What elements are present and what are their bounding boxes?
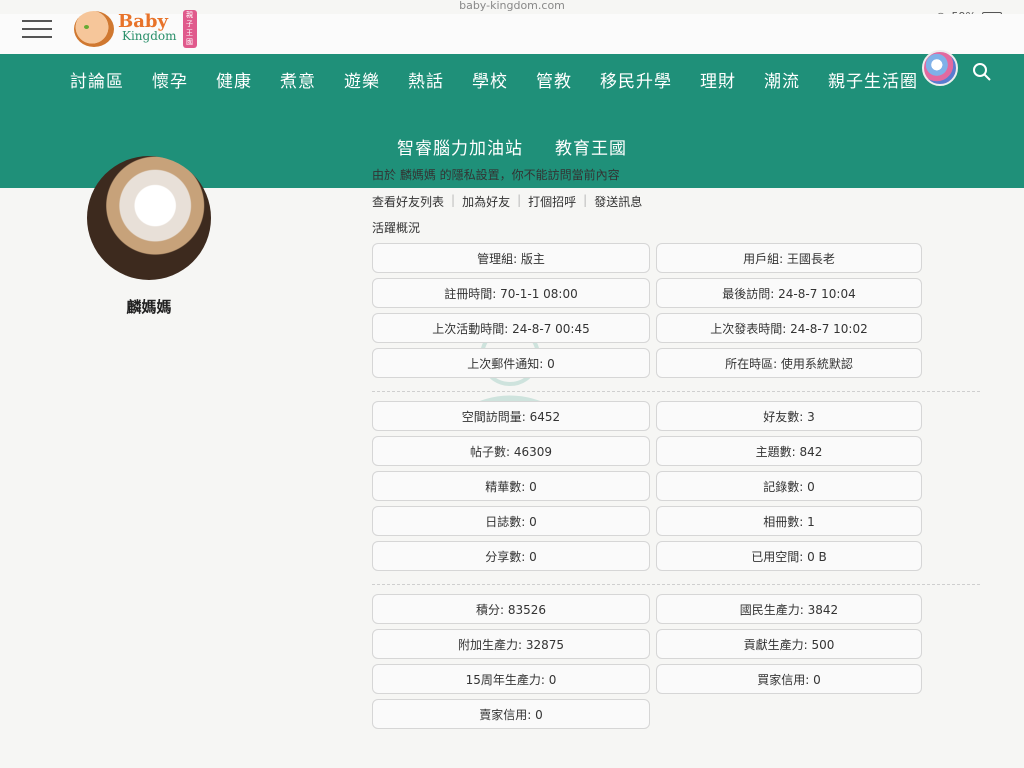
nav-item[interactable]: 懷孕 (138, 67, 202, 92)
stats-section-3: 積分: 83526 國民生產力: 3842 附加生產力: 32875 貢獻生產力… (372, 594, 972, 729)
stat-cell: 已用空間: 0 B (656, 541, 922, 571)
nav-item[interactable]: 理財 (686, 67, 750, 92)
stat-cell: 貢獻生產力: 500 (656, 629, 922, 659)
activity-title: 活躍概況 (372, 221, 421, 235)
profile-avatar[interactable] (87, 156, 211, 280)
nav-item[interactable]: 煮意 (266, 67, 330, 92)
profile-actions: 查看好友列表 | 加為好友 | 打個招呼 | 發送訊息 (372, 193, 972, 210)
nav-row-1: 討論區 懷孕 健康 煮意 遊樂 熱話 學校 管教 移民升學 理財 潮流 親子生活… (56, 67, 932, 92)
nav-item[interactable]: 親子生活圈 (814, 67, 932, 92)
hamburger-menu-icon[interactable] (22, 14, 52, 42)
divider: | (451, 193, 456, 207)
add-friend-link[interactable]: 加為好友 (462, 193, 510, 210)
stat-cell: 用戶組: 王國長老 (656, 243, 922, 273)
stat-cell: 記錄數: 0 (656, 471, 922, 501)
stat-cell: 上次活動時間: 24-8-7 00:45 (372, 313, 650, 343)
nav-item[interactable]: 學校 (458, 67, 522, 92)
logo-badge: 親子王國 (182, 10, 197, 48)
profile-sidebar: 麟媽媽 (84, 156, 214, 317)
nav-item[interactable]: 管教 (522, 67, 586, 92)
stat-cell: 買家信用: 0 (656, 664, 922, 694)
nav-item[interactable]: 教育王國 (555, 134, 627, 159)
stat-cell: 註冊時間: 70-1-1 08:00 (372, 278, 650, 308)
search-icon[interactable] (972, 62, 992, 82)
stat-cell: 上次發表時間: 24-8-7 10:02 (656, 313, 922, 343)
stat-cell: 賣家信用: 0 (372, 699, 650, 729)
nav-item[interactable]: 討論區 (56, 67, 138, 92)
profile-name: 麟媽媽 (126, 298, 172, 316)
nav-item[interactable]: 移民升學 (586, 67, 686, 92)
site-logo[interactable]: Baby Kingdom 親子王國 (74, 10, 197, 48)
stat-cell: 分享數: 0 (372, 541, 650, 571)
stat-cell: 帖子數: 46309 (372, 436, 650, 466)
send-message-link[interactable]: 發送訊息 (594, 193, 642, 210)
nav-item[interactable]: 潮流 (750, 67, 814, 92)
divider: | (517, 193, 522, 207)
top-header: Baby Kingdom 親子王國 (0, 10, 1024, 56)
stat-cell: 所在時區: 使用系統默認 (656, 348, 922, 378)
nav-item[interactable]: 健康 (202, 67, 266, 92)
say-hello-link[interactable]: 打個招呼 (528, 193, 576, 210)
profile-main: 由於 麟媽媽 的隱私設置，你不能訪問當前內容 查看好友列表 | 加為好友 | 打… (372, 166, 980, 729)
nav-item[interactable]: 熱話 (394, 67, 458, 92)
nav-item[interactable]: 智睿腦力加油站 (397, 134, 523, 159)
stats-section-2: 空間訪問量: 6452 好友數: 3 帖子數: 46309 主題數: 842 精… (372, 401, 972, 571)
privacy-note: 由於 麟媽媽 的隱私設置，你不能訪問當前內容 (372, 168, 620, 182)
stat-cell: 上次郵件通知: 0 (372, 348, 650, 378)
logo-text-baby: Baby (118, 11, 168, 32)
stat-cell: 日誌數: 0 (372, 506, 650, 536)
stat-cell: 主題數: 842 (656, 436, 922, 466)
stat-cell: 好友數: 3 (656, 401, 922, 431)
user-avatar[interactable] (922, 50, 958, 86)
section-divider (372, 391, 980, 392)
stat-cell: 空間訪問量: 6452 (372, 401, 650, 431)
stat-cell: 15周年生產力: 0 (372, 664, 650, 694)
stats-section-1: 管理組: 版主 用戶組: 王國長老 註冊時間: 70-1-1 08:00 最後訪… (372, 243, 972, 378)
nav-item[interactable]: 遊樂 (330, 67, 394, 92)
view-friends-link[interactable]: 查看好友列表 (372, 193, 444, 210)
baby-face-logo-icon (74, 11, 114, 47)
stat-cell: 相冊數: 1 (656, 506, 922, 536)
stat-cell: 精華數: 0 (372, 471, 650, 501)
section-divider (372, 584, 980, 585)
stat-cell: 附加生產力: 32875 (372, 629, 650, 659)
stat-cell: 國民生產力: 3842 (656, 594, 922, 624)
stat-cell: 最後訪問: 24-8-7 10:04 (656, 278, 922, 308)
divider: | (583, 193, 588, 207)
logo-text-kingdom: Kingdom (122, 29, 177, 43)
stat-cell: 管理組: 版主 (372, 243, 650, 273)
stat-cell: 積分: 83526 (372, 594, 650, 624)
